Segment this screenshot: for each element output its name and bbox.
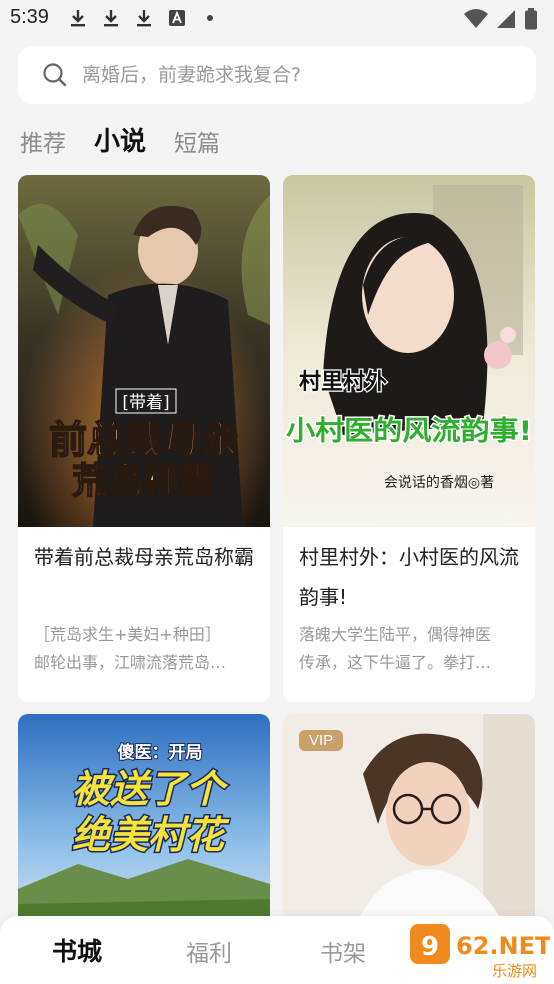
wifi-icon [464, 9, 488, 33]
cover-title: 小村医的风流韵事! [286, 415, 532, 447]
book-card[interactable]: [带着] 前总裁母亲 荒岛称霸 带着前总裁母亲荒岛称霸 ［荒岛求生+美妇+种田］… [18, 175, 270, 702]
book-desc-line: ［荒岛求生+美妇+种田］ [34, 625, 221, 644]
cover-tag: 傻医：开局 [118, 742, 203, 763]
svg-text:乐游网: 乐游网 [492, 962, 537, 980]
book-cover[interactable]: [带着] 前总裁母亲 荒岛称霸 [18, 175, 270, 527]
book-card[interactable]: 傻医：开局 被送了个 绝美村花 [18, 714, 270, 934]
cover-author: 会说话的香烟◎著 [384, 475, 494, 491]
signal-icon [496, 9, 516, 33]
dot-icon [200, 8, 220, 28]
book-desc-line: 落魄大学生陆平，偶得神医 [299, 625, 492, 644]
book-cover[interactable]: 村里村外 小村医的风流韵事! 会说话的香烟◎著 [283, 175, 535, 527]
category-tabs: 推荐 小说 短篇 [20, 121, 220, 158]
book-desc: 落魄大学生陆平，偶得神医 传承，这下牛逼了。拳打… [299, 621, 524, 677]
book-card[interactable]: 村里村外 小村医的风流韵事! 会说话的香烟◎著 村里村外：小村医的风流韵事! 落… [283, 175, 535, 702]
nav-welfare[interactable]: 福利 [186, 934, 232, 968]
clock: 5:39 [10, 6, 49, 28]
download-icon [68, 8, 88, 28]
cover-title-line1: 前总裁母亲 [49, 418, 239, 462]
book-desc-line: 邮轮出事，江啸流落荒岛… [34, 653, 227, 672]
cover-title-line2: 荒岛称霸 [72, 461, 216, 502]
cover-title-line2: 绝美村花 [72, 813, 230, 857]
book-title: 村里村外：小村医的风流韵事! [299, 545, 519, 609]
nav-bookstore[interactable]: 书城 [52, 932, 102, 968]
book-card[interactable]: VIP [283, 714, 535, 934]
search-input[interactable] [82, 64, 502, 86]
svg-text:62.NET: 62.NET [456, 932, 550, 960]
status-bar: 5:39 [0, 0, 554, 36]
search-bar[interactable] [18, 46, 536, 104]
svg-text:9: 9 [421, 932, 439, 962]
watermark-logo: 9 62.NET 乐游网 [410, 924, 550, 980]
book-title: 带着前总裁母亲荒岛称霸 [34, 545, 254, 569]
book-desc-line: 传承，这下牛逼了。拳打… [299, 653, 492, 672]
tab-recommend[interactable]: 推荐 [20, 124, 66, 158]
nav-bookshelf[interactable]: 书架 [320, 934, 366, 968]
download-icon [101, 8, 121, 28]
tab-novel[interactable]: 小说 [94, 121, 146, 158]
cover-tag: [带着] [122, 393, 169, 413]
book-cover[interactable]: 傻医：开局 被送了个 绝美村花 [18, 714, 270, 934]
book-desc: ［荒岛求生+美妇+种田］ 邮轮出事，江啸流落荒岛… [34, 621, 259, 677]
download-icon [134, 8, 154, 28]
a-badge-icon [167, 8, 187, 28]
vip-badge: VIP [299, 730, 344, 751]
cover-title-line1: 被送了个 [72, 767, 229, 811]
search-icon [43, 63, 67, 87]
battery-icon [524, 8, 538, 34]
cover-tag: 村里村外 [299, 369, 387, 395]
tab-short[interactable]: 短篇 [174, 124, 220, 158]
